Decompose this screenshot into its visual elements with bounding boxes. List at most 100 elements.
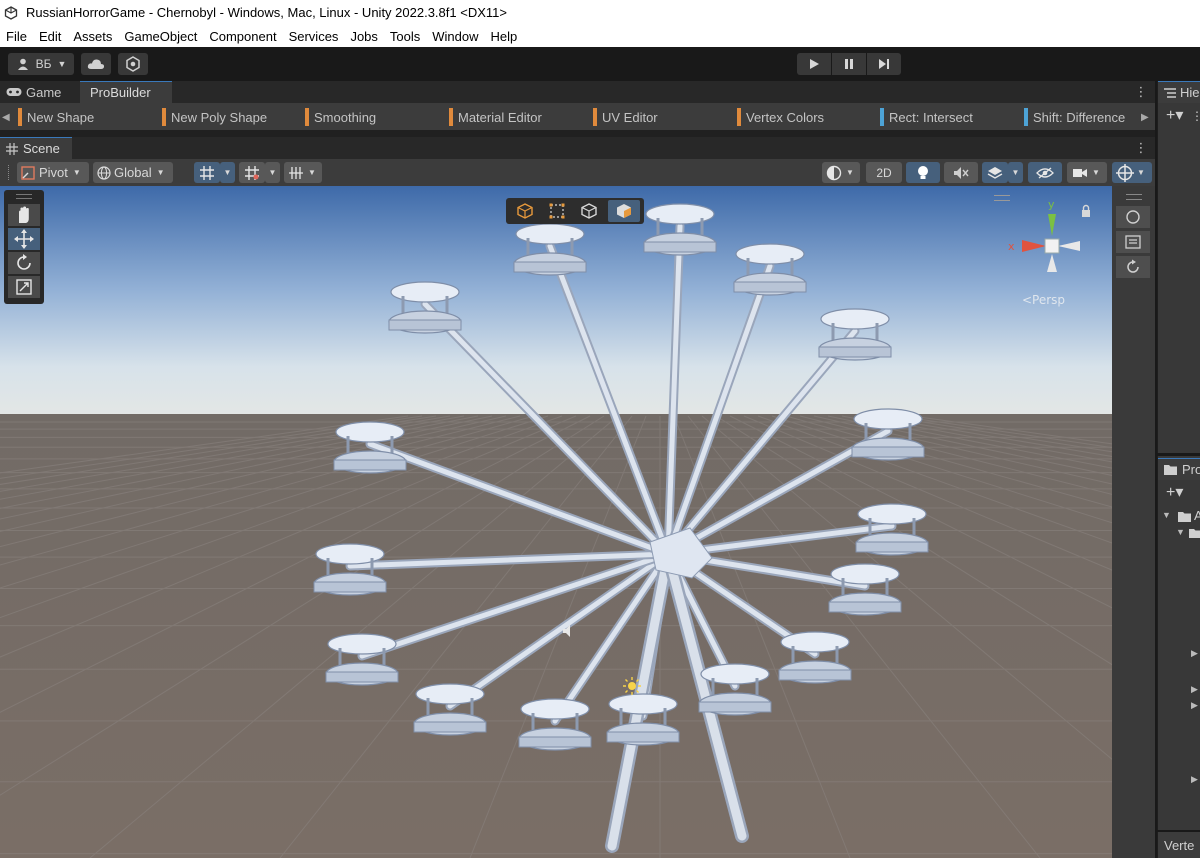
menu-tools[interactable]: Tools <box>390 29 420 44</box>
pb-item-label: Material Editor <box>458 109 542 125</box>
toggle-2d-button[interactable]: 2D <box>866 162 902 183</box>
tab-probuilder[interactable]: ProBuilder <box>80 81 172 103</box>
grid-snap-button[interactable] <box>194 162 220 183</box>
overlay-refresh-button[interactable] <box>1116 256 1150 278</box>
play-button[interactable] <box>797 53 831 75</box>
snap-increment-dropdown[interactable]: ▼ <box>265 162 280 183</box>
overlay-circle-button[interactable] <box>1116 206 1150 228</box>
gizmo-icon <box>1116 163 1134 182</box>
sun-light-icon[interactable] <box>622 676 642 696</box>
snap-increment-button[interactable] <box>239 162 265 183</box>
menu-jobs[interactable]: Jobs <box>350 29 377 44</box>
menu-component[interactable]: Component <box>209 29 276 44</box>
vertex-mode-button[interactable] <box>542 201 572 221</box>
face-mode-icon <box>617 204 631 218</box>
camera-dropdown[interactable]: ▼ <box>1067 162 1107 183</box>
menu-file[interactable]: File <box>6 29 27 44</box>
grid-visibility-dropdown[interactable]: ▼ <box>284 162 322 183</box>
collab-button[interactable] <box>118 53 148 75</box>
menu-assets[interactable]: Assets <box>73 29 112 44</box>
expand-arrow-icon[interactable]: ▼ <box>1176 527 1185 537</box>
scene-toolbar: Pivot ▼ Global ▼ ▼ ▼ ▼ ▼ 2D ▼ ▼ ▼ <box>0 159 1155 186</box>
menu-edit[interactable]: Edit <box>39 29 61 44</box>
gizmo-center-cube[interactable] <box>1044 238 1060 254</box>
assets-folder-label[interactable]: A <box>1194 508 1200 523</box>
collapse-arrow-icon[interactable]: ▶ <box>1191 700 1198 711</box>
pivot-dropdown[interactable]: Pivot ▼ <box>17 162 89 183</box>
snap-increment-icon <box>245 165 259 180</box>
folder-icon <box>1164 465 1177 475</box>
expand-arrow-icon[interactable]: ▼ <box>1162 510 1171 520</box>
pb-item-label: UV Editor <box>602 109 658 125</box>
move-tool-button[interactable] <box>8 228 40 250</box>
pb-item-label: Shift: Difference <box>1033 109 1126 125</box>
audio-source-icon[interactable] <box>561 624 577 638</box>
pb-uv-editor[interactable]: UV Editor <box>593 108 658 126</box>
drag-handle[interactable] <box>994 195 1010 201</box>
color-marker <box>880 108 884 126</box>
add-object-button[interactable]: +▾ <box>1166 105 1183 125</box>
drag-handle[interactable] <box>16 194 32 199</box>
grid-snap-dropdown[interactable]: ▼ <box>220 162 235 183</box>
menu-gameobject[interactable]: GameObject <box>124 29 197 44</box>
layers-icon <box>987 166 1003 179</box>
projection-label[interactable]: <Persp <box>1022 293 1065 307</box>
gizmo-x-axis[interactable] <box>1022 240 1046 252</box>
cloud-button[interactable] <box>81 53 111 75</box>
gizmo-y-axis[interactable] <box>1048 214 1056 236</box>
scroll-left-icon[interactable]: ◀ <box>2 108 10 126</box>
collapse-arrow-icon[interactable]: ▶ <box>1191 684 1198 695</box>
pb-vertex-colors[interactable]: Vertex Colors <box>737 108 824 126</box>
audio-toggle[interactable] <box>944 162 978 183</box>
pb-new-shape[interactable]: New Shape <box>18 108 94 126</box>
menu-window[interactable]: Window <box>432 29 478 44</box>
pb-smoothing[interactable]: Smoothing <box>305 108 376 126</box>
menu-help[interactable]: Help <box>491 29 518 44</box>
rotate-tool-button[interactable] <box>8 252 40 274</box>
effects-toggle[interactable] <box>982 162 1008 183</box>
drag-handle[interactable] <box>1126 194 1142 200</box>
gizmos-dropdown[interactable]: ▼ <box>1112 162 1152 183</box>
folder-icon <box>1178 512 1191 522</box>
object-mode-button[interactable] <box>510 201 540 221</box>
scroll-right-icon[interactable]: ▶ <box>1141 108 1149 126</box>
tab-vertex-label[interactable]: Verte <box>1164 838 1194 853</box>
pause-button[interactable] <box>832 53 866 75</box>
account-dropdown[interactable]: ВБ ▼ <box>8 53 74 75</box>
gizmo-neg-y-axis[interactable] <box>1047 254 1057 272</box>
face-mode-button[interactable] <box>608 200 640 222</box>
effects-dropdown[interactable]: ▼ <box>1008 162 1023 183</box>
panel-divider <box>0 130 1155 137</box>
title-bar: RussianHorrorGame - Chernobyl - Windows,… <box>0 0 1200 25</box>
hand-tool-button[interactable] <box>8 204 40 226</box>
hidden-objects-toggle[interactable] <box>1028 162 1062 183</box>
scale-tool-button[interactable] <box>8 276 40 298</box>
gizmo-neg-x-axis[interactable] <box>1058 241 1080 251</box>
vertex-panel: Verte <box>1157 832 1200 858</box>
lock-icon[interactable] <box>1080 204 1092 218</box>
pb-material-editor[interactable]: Material Editor <box>449 108 542 126</box>
overlay-panel-button[interactable] <box>1116 231 1150 253</box>
more-menu-icon[interactable]: ⋮ <box>1191 109 1200 123</box>
collapse-arrow-icon[interactable]: ▶ <box>1191 774 1198 785</box>
more-menu-icon[interactable]: ⋮ <box>1134 137 1148 159</box>
global-dropdown[interactable]: Global ▼ <box>93 162 173 183</box>
scene-viewport[interactable]: y x <Persp <box>0 186 1112 858</box>
step-button[interactable] <box>867 53 901 75</box>
add-asset-button[interactable]: +▾ <box>1166 482 1183 502</box>
pb-shift-difference[interactable]: Shift: Difference <box>1024 108 1125 126</box>
collapse-arrow-icon[interactable]: ▶ <box>1191 648 1198 659</box>
menu-services[interactable]: Services <box>289 29 339 44</box>
more-menu-icon[interactable]: ⋮ <box>1134 81 1148 103</box>
drag-handle[interactable] <box>8 165 11 180</box>
pb-new-poly-shape[interactable]: New Poly Shape <box>162 108 267 126</box>
edge-mode-button[interactable] <box>574 201 604 221</box>
draw-mode-dropdown[interactable]: ▼ <box>822 162 860 183</box>
tab-game[interactable]: Game <box>0 81 86 103</box>
lighting-toggle[interactable] <box>906 162 940 183</box>
scene-render <box>0 186 1112 858</box>
tab-hierarchy[interactable]: Hie <box>1158 81 1200 103</box>
pb-rect-intersect[interactable]: Rect: Intersect <box>880 108 973 126</box>
tab-scene[interactable]: Scene <box>0 137 72 159</box>
tab-project[interactable]: Pro <box>1158 458 1200 480</box>
